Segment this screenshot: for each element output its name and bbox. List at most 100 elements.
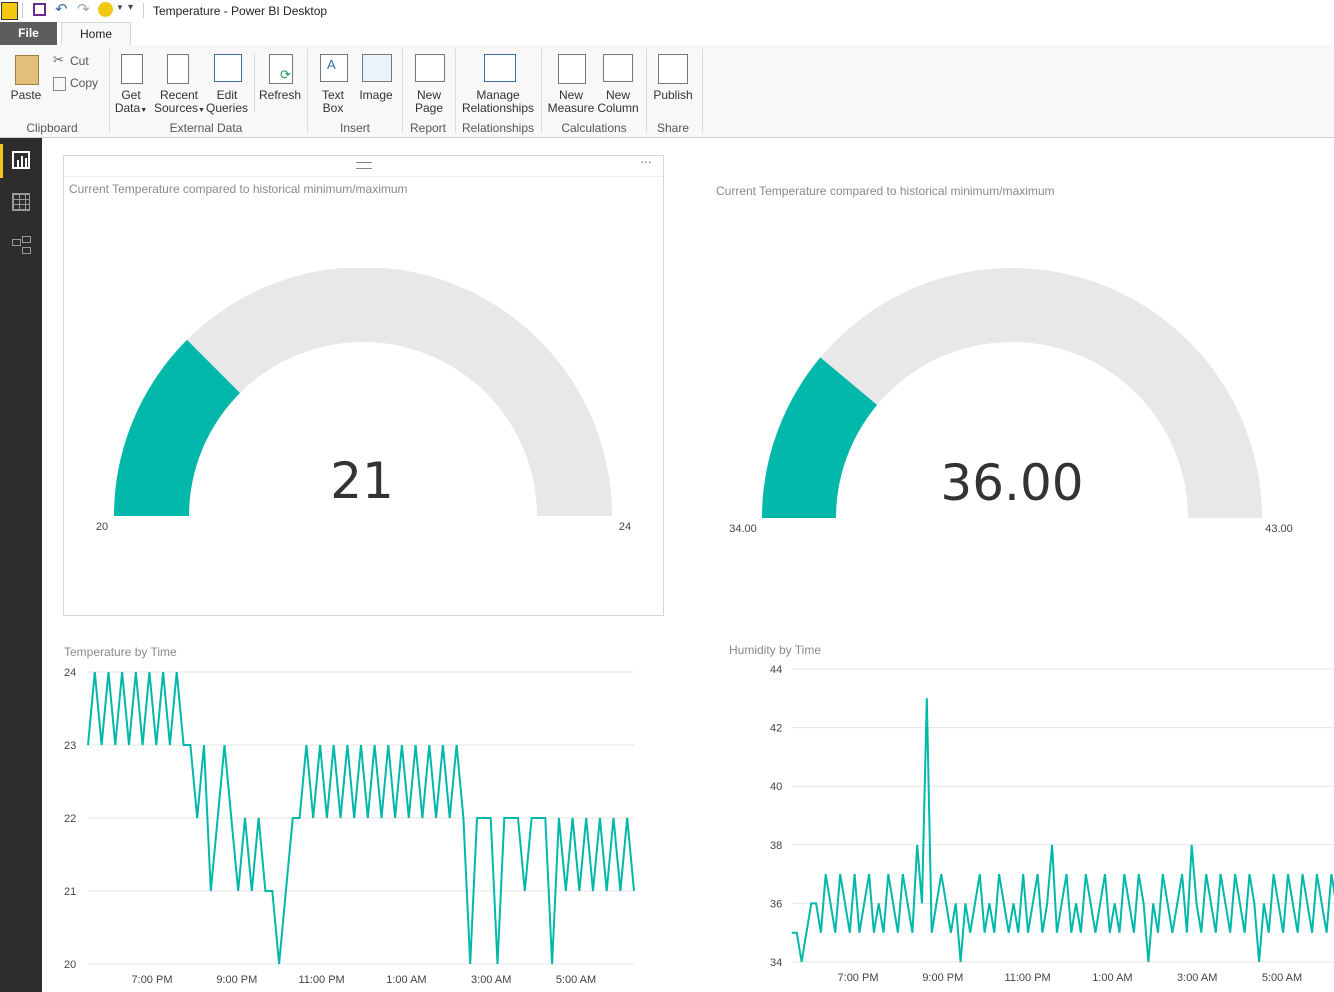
node-glyph — [22, 236, 31, 243]
separator — [307, 49, 308, 133]
smiley-icon[interactable] — [98, 2, 113, 17]
y-tick-label: 44 — [770, 664, 782, 676]
undo-icon[interactable]: ↶ — [55, 0, 68, 18]
ribbon-tabs: File Home — [0, 22, 1334, 46]
separator — [541, 49, 542, 133]
chevron-down-icon[interactable]: ▼ — [116, 3, 124, 12]
publish-button[interactable]: Publish — [650, 89, 696, 102]
y-tick-label: 40 — [770, 781, 782, 793]
y-tick-label: 36 — [770, 898, 782, 910]
cut-button[interactable]: Cut — [70, 54, 89, 68]
image-icon — [362, 54, 392, 82]
get-data-button[interactable]: Get Data▼ — [112, 89, 150, 117]
y-tick-label: 23 — [64, 740, 76, 752]
more-options-icon[interactable]: ··· — [640, 153, 652, 169]
humidity-line-chart[interactable]: 44 42 40 38 36 34 7:00 PM 9:00 PM 11:00 PM 1:00 A… — [702, 658, 1334, 992]
group-label-external-data: External Data — [169, 121, 243, 135]
group-label-calculations: Calculations — [561, 121, 627, 135]
relationships-view-icon[interactable] — [12, 236, 31, 254]
y-tick-label: 42 — [770, 723, 782, 735]
image-button[interactable]: Image — [356, 89, 396, 102]
report-canvas: ··· Current Temperature compared to hist… — [42, 138, 1334, 992]
gauge1-min-label: 20 — [96, 521, 108, 533]
refresh-arrow-icon: ⟳ — [280, 67, 291, 82]
gauge2-max-label: 43.00 — [1265, 523, 1293, 535]
x-tick-label: 9:00 PM — [922, 972, 963, 984]
text-box-letter-icon: A — [327, 57, 336, 72]
new-column-button[interactable]: New Column — [596, 89, 640, 115]
group-label-clipboard: Clipboard — [26, 121, 78, 135]
paste-button[interactable]: Paste — [8, 89, 44, 102]
x-tick-label: 3:00 AM — [1177, 972, 1217, 984]
new-column-icon — [603, 54, 633, 82]
x-tick-label: 3:00 AM — [471, 974, 511, 986]
y-tick-label: 20 — [64, 959, 76, 971]
new-measure-icon — [558, 54, 586, 84]
edit-queries-button[interactable]: Edit Queries — [206, 89, 248, 115]
get-data-icon — [121, 54, 143, 84]
gauge1-svg: 21 20 24 — [96, 268, 631, 533]
gauge2-value: 36.00 — [940, 454, 1083, 512]
recent-sources-icon — [167, 54, 189, 84]
temp-chart-title: Temperature by Time — [64, 645, 177, 659]
text-box-button[interactable]: Text Box — [315, 89, 351, 115]
y-tick-label: 22 — [64, 813, 76, 825]
bar-glyph — [25, 158, 27, 167]
save-icon[interactable] — [33, 3, 46, 16]
chevron-down-icon: ▼ — [198, 107, 205, 114]
y-tick-label: 38 — [770, 840, 782, 852]
x-tick-label: 9:00 PM — [216, 974, 257, 986]
drag-handle-icon[interactable] — [356, 162, 372, 169]
manage-relationships-button[interactable]: Manage Relationships — [460, 89, 536, 115]
y-tick-label: 21 — [64, 886, 76, 898]
title-bar: ↶ ↷ ▼ ▾ Temperature - Power BI Desktop — [0, 0, 1334, 22]
gauge1-title: Current Temperature compared to historic… — [69, 182, 408, 196]
customize-toolbar-icon[interactable]: ▾ — [128, 2, 133, 13]
gauge2-title: Current Temperature compared to historic… — [716, 184, 1055, 198]
tab-home[interactable]: Home — [61, 22, 131, 46]
refresh-button[interactable]: Refresh — [258, 89, 302, 102]
new-page-button[interactable]: New Page — [410, 89, 448, 115]
redo-icon[interactable]: ↷ — [77, 0, 90, 18]
visual-header-divider — [64, 176, 663, 177]
temperature-line-chart[interactable]: 24 23 22 21 20 7:00 PM 9:00 PM 11:00 PM 1:00 AM 3… — [42, 658, 672, 992]
separator — [402, 49, 403, 133]
x-tick-label: 7:00 PM — [132, 974, 173, 986]
manage-relationships-icon — [484, 54, 516, 82]
copy-icon — [53, 77, 66, 91]
powerbi-logo-icon — [1, 2, 18, 20]
group-label-share: Share — [656, 121, 690, 135]
separator — [143, 3, 144, 18]
x-tick-label: 5:00 AM — [1262, 972, 1302, 984]
copy-button[interactable]: Copy — [70, 76, 98, 90]
group-label-report: Report — [409, 121, 447, 135]
publish-icon — [658, 54, 688, 84]
series-line — [792, 698, 1334, 963]
new-page-icon — [415, 54, 445, 82]
gauge2-svg: 36.00 34.00 43.00 — [729, 268, 1293, 535]
x-tick-label: 1:00 AM — [1092, 972, 1132, 984]
separator — [109, 49, 110, 133]
edit-queries-icon — [214, 54, 242, 82]
chevron-down-icon: ▼ — [140, 107, 148, 114]
group-label-relationships: Relationships — [461, 121, 535, 135]
gauge1-max-label: 24 — [619, 521, 631, 533]
ribbon: Paste ✂ Cut Copy Clipboard Get Data▼ Rece… — [0, 45, 1334, 138]
y-tick-label: 34 — [770, 957, 782, 969]
tab-file[interactable]: File — [0, 22, 57, 45]
separator — [254, 53, 255, 113]
new-measure-button[interactable]: New Measure — [547, 89, 595, 115]
gauge2-min-label: 34.00 — [729, 523, 757, 535]
data-view-icon[interactable] — [12, 193, 30, 211]
separator — [702, 49, 703, 133]
separator — [646, 49, 647, 133]
node-glyph — [12, 239, 21, 246]
report-view-icon[interactable] — [12, 151, 30, 169]
x-tick-label: 11:00 PM — [298, 974, 344, 986]
paste-icon — [15, 55, 39, 85]
recent-sources-button[interactable]: Recent Sources▼ — [154, 89, 205, 117]
view-switcher — [0, 138, 42, 992]
x-tick-label: 7:00 PM — [838, 972, 879, 984]
gauge1-value: 21 — [330, 452, 394, 510]
x-tick-label: 5:00 AM — [556, 974, 596, 986]
